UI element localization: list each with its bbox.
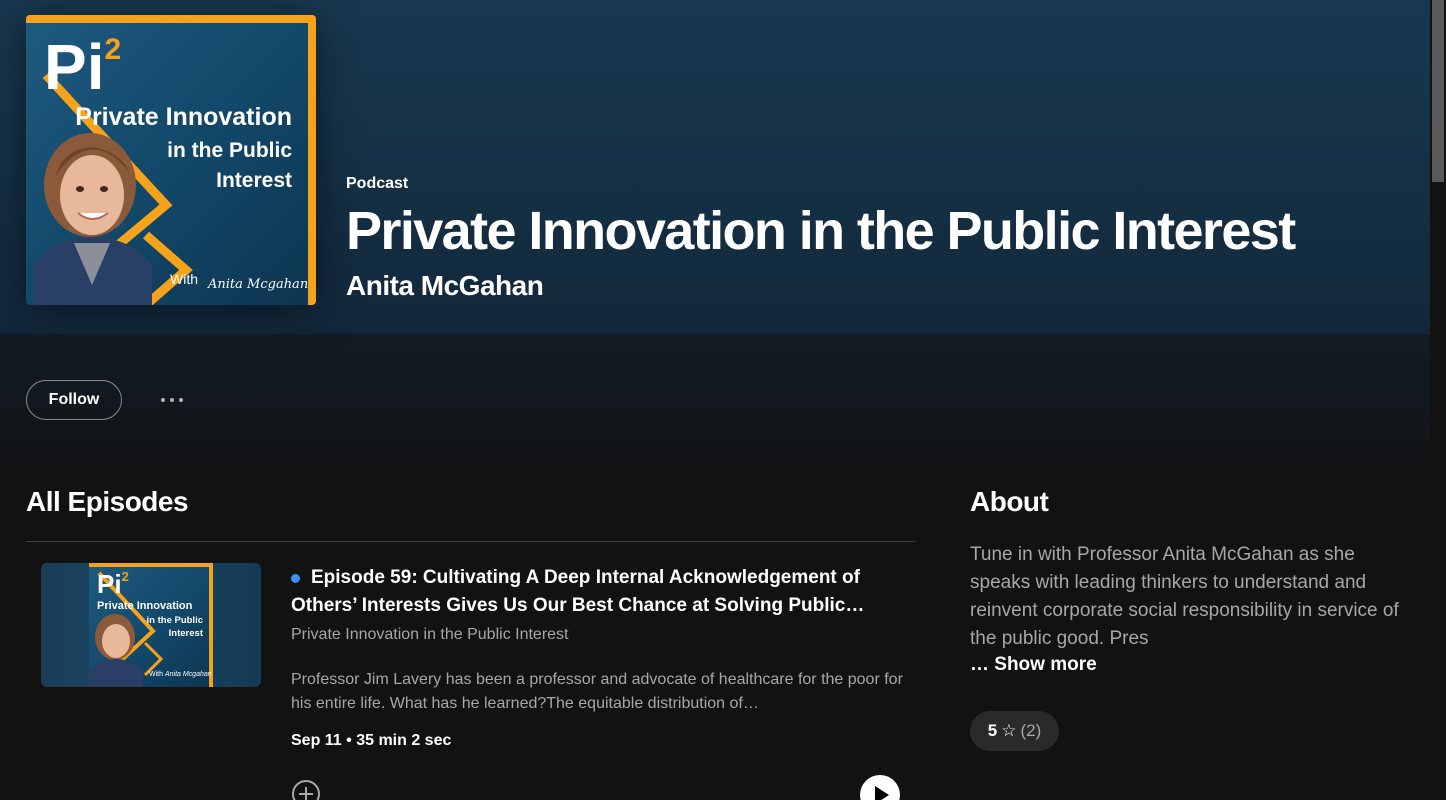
- cover-title-line2: in the Public: [167, 139, 292, 162]
- scrollbar-thumb[interactable]: [1432, 0, 1444, 182]
- episode-cover-mini: Pi2 Private Innovation in the Public Int…: [89, 563, 213, 687]
- mini-with-text: With Anita Mcgahan: [149, 671, 212, 678]
- rating-badge[interactable]: 5 ☆ (2): [970, 711, 1059, 751]
- podcast-author-link[interactable]: Anita McGahan: [346, 270, 544, 302]
- add-to-library-icon[interactable]: [292, 780, 320, 800]
- episodes-heading: All Episodes: [26, 486, 189, 517]
- episode-meta: Sep 11 • 35 min 2 sec: [291, 732, 452, 749]
- cover-title-line3: Interest: [216, 169, 292, 192]
- cover-signature: Anita Mcgahan: [208, 277, 309, 292]
- episode-description: Professor Jim Lavery has been a professo…: [291, 671, 903, 712]
- more-options-button[interactable]: [152, 388, 192, 412]
- mini-logo: Pi2: [97, 569, 129, 599]
- show-more-button[interactable]: … Show more: [970, 654, 1097, 676]
- about-heading: About: [970, 486, 1049, 517]
- dot-icon: [179, 398, 183, 402]
- about-description: Tune in with Professor Anita McGahan as …: [970, 544, 1399, 649]
- scrollbar-track[interactable]: [1430, 0, 1446, 800]
- episode-show-link[interactable]: Private Innovation in the Public Interes…: [291, 626, 569, 644]
- rating-count: (2): [1020, 721, 1042, 740]
- mini-title-line1: Private Innovation: [97, 600, 193, 612]
- episodes-divider: [26, 541, 915, 542]
- episode-thumbnail: Pi2 Private Innovation in the Public Int…: [41, 563, 261, 687]
- star-icon: ☆: [1001, 721, 1017, 740]
- cover-with-text: With: [170, 271, 198, 287]
- podcast-cover-art: Pi2 Private Innovation in the Public Int…: [26, 15, 316, 305]
- cover-title-line1: Private Innovation: [75, 103, 292, 131]
- cover-frame-right: [308, 15, 316, 305]
- mini-title-line3: Interest: [168, 628, 203, 639]
- mini-title-line2: in the Public: [146, 615, 203, 626]
- cover-logo: Pi2: [44, 31, 122, 103]
- follow-button[interactable]: Follow: [26, 380, 122, 420]
- dot-icon: [161, 398, 165, 402]
- content-type-label: Podcast: [346, 175, 409, 192]
- dot-icon: [170, 398, 174, 402]
- rating-value: 5: [987, 721, 998, 740]
- episode-title-link[interactable]: Episode 59: Cultivating A Deep Internal …: [291, 564, 891, 620]
- podcast-title: Private Innovation in the Public Interes…: [346, 201, 1296, 261]
- host-portrait: [34, 133, 152, 305]
- cover-frame-top: [26, 15, 316, 23]
